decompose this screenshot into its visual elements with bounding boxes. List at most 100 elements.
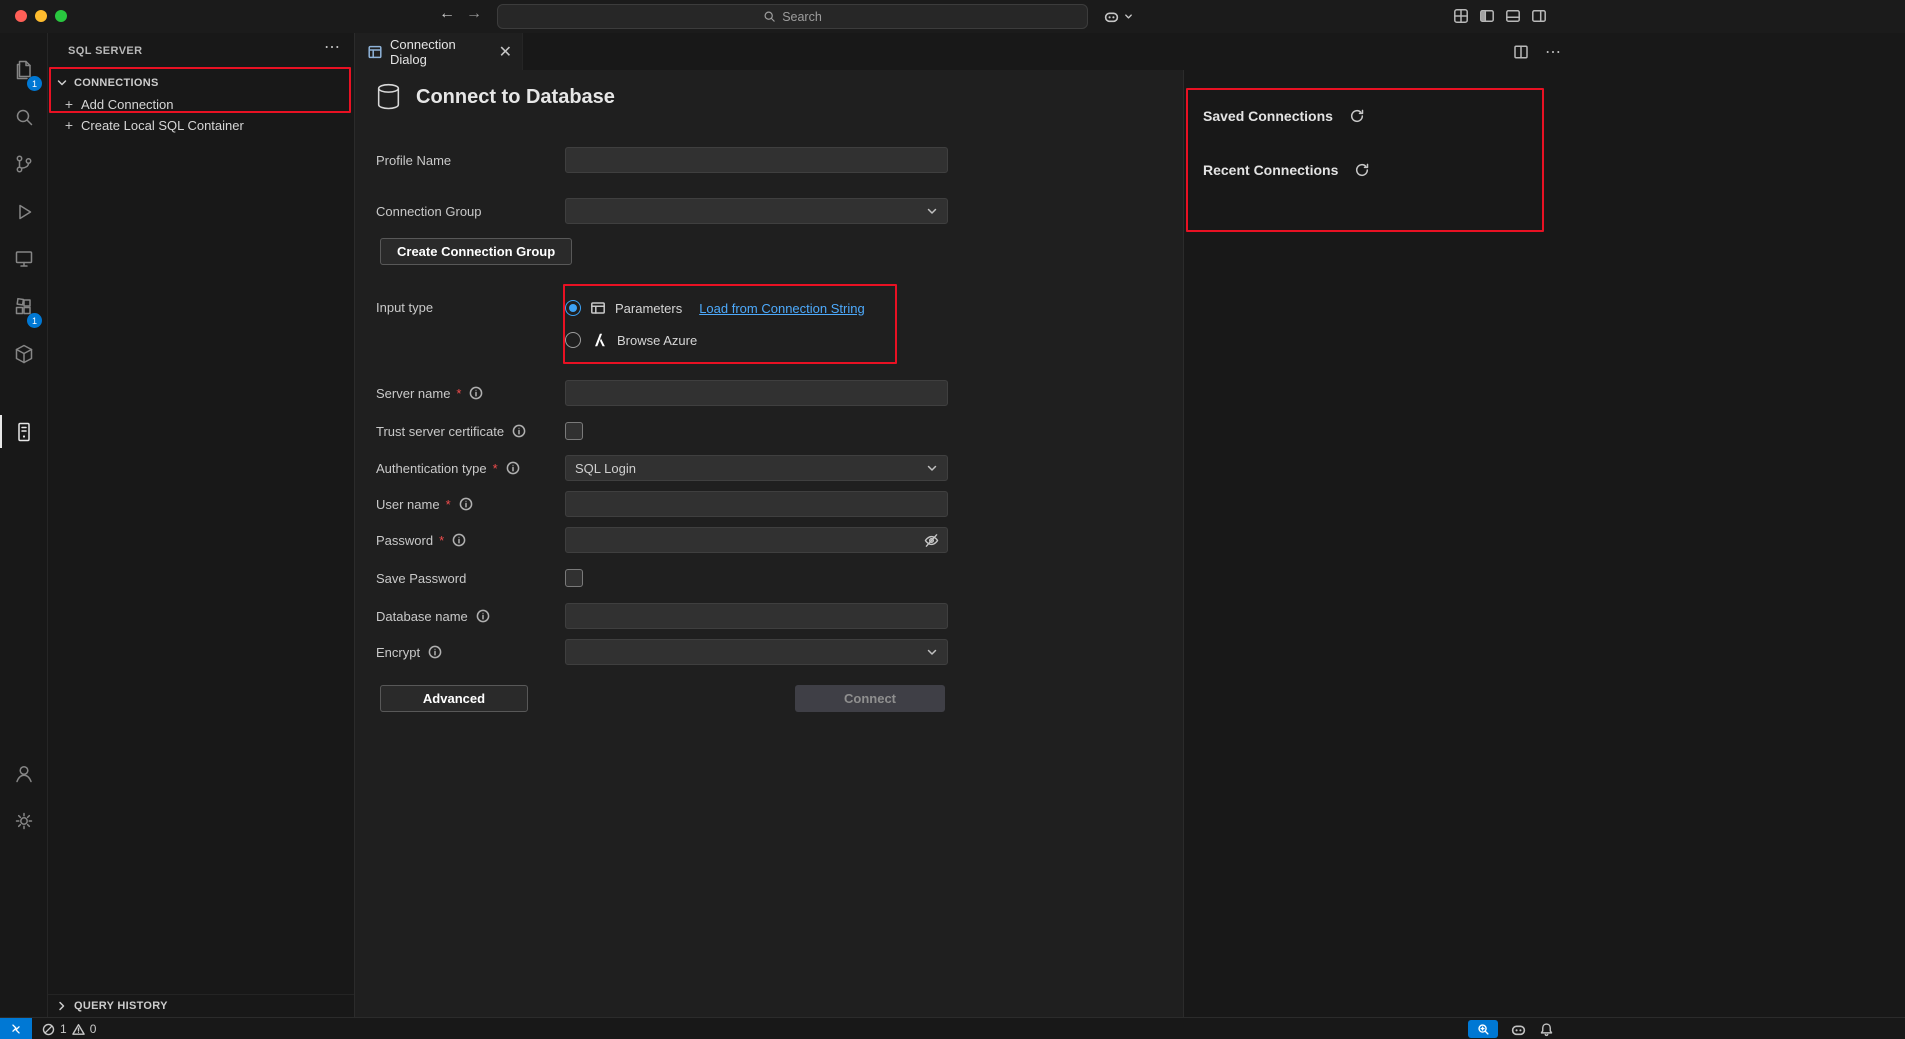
parameters-radio[interactable] xyxy=(565,300,581,316)
chevron-right-icon xyxy=(56,1000,68,1012)
plus-icon: + xyxy=(64,117,74,133)
sidebar-item-source-control[interactable] xyxy=(0,140,48,187)
error-count: 1 xyxy=(60,1022,67,1036)
database-name-label: Database name xyxy=(376,603,565,629)
info-icon xyxy=(476,609,490,623)
remote-icon xyxy=(9,1022,23,1036)
sidebar-item-sql-server[interactable] xyxy=(0,408,48,455)
authentication-type-select[interactable]: SQL Login xyxy=(565,455,948,481)
form-row-database-name: Database name xyxy=(376,603,948,629)
browse-azure-radio[interactable] xyxy=(565,332,581,348)
account-icon xyxy=(12,761,36,785)
chevron-down-icon xyxy=(1124,12,1133,21)
command-center-search[interactable]: Search xyxy=(497,4,1088,29)
connect-button[interactable]: Connect xyxy=(795,685,945,712)
form-row-profile-name: Profile Name xyxy=(376,147,948,173)
load-from-connection-string-link[interactable]: Load from Connection String xyxy=(699,301,864,316)
browse-azure-label: Browse Azure xyxy=(617,333,697,348)
password-input[interactable] xyxy=(565,527,948,553)
close-tab-icon[interactable]: ✕ xyxy=(499,42,512,62)
sidebar-item-explorer[interactable]: 1 xyxy=(0,46,48,93)
split-editor-icon[interactable] xyxy=(1513,44,1529,60)
toggle-panel-icon[interactable] xyxy=(1505,8,1521,24)
refresh-icon[interactable] xyxy=(1354,162,1370,178)
remote-indicator[interactable] xyxy=(0,1018,32,1039)
chevron-down-icon xyxy=(926,205,938,217)
status-bar: 1 0 xyxy=(0,1017,1905,1039)
connection-dialog-webview: Connect to Database Profile Name Connect… xyxy=(355,70,1183,1017)
copilot-icon[interactable] xyxy=(1510,1021,1527,1038)
encrypt-label: Encrypt xyxy=(376,639,565,665)
form-row-authentication-type: Authentication type* SQL Login xyxy=(376,455,948,481)
customize-layout-icon[interactable] xyxy=(1453,8,1469,24)
chevron-down-icon xyxy=(926,462,938,474)
input-type-label: Input type xyxy=(376,295,565,353)
zoom-window-button[interactable] xyxy=(55,10,67,22)
warning-count: 0 xyxy=(90,1022,97,1036)
form-row-input-type: Input type Parameters Load from Connecti… xyxy=(376,295,948,353)
database-name-input[interactable] xyxy=(565,603,948,629)
form-row-create-group: Create Connection Group xyxy=(376,238,572,266)
eye-off-icon[interactable] xyxy=(923,532,940,549)
source-control-icon xyxy=(12,152,36,176)
remote-explorer-icon xyxy=(12,247,36,271)
more-actions-icon[interactable]: ⋯ xyxy=(324,37,340,57)
forward-button[interactable]: → xyxy=(464,5,484,23)
server-name-input[interactable] xyxy=(565,380,948,406)
profile-name-input[interactable] xyxy=(565,147,948,173)
layout-controls xyxy=(1453,8,1547,24)
create-local-sql-container-item[interactable]: + Create Local SQL Container xyxy=(48,114,354,136)
sidebar-item-extensions[interactable]: 1 xyxy=(0,283,48,330)
connections-section-header[interactable]: CONNECTIONS xyxy=(48,72,354,94)
minimize-window-button[interactable] xyxy=(35,10,47,22)
info-icon xyxy=(469,386,483,400)
package-icon xyxy=(12,342,36,366)
search-icon xyxy=(12,105,36,129)
create-connection-group-button[interactable]: Create Connection Group xyxy=(380,238,572,265)
connection-group-label: Connection Group xyxy=(376,198,565,224)
copilot-menu-button[interactable] xyxy=(1103,8,1133,25)
back-button[interactable]: ← xyxy=(437,5,457,23)
zoom-indicator[interactable] xyxy=(1468,1020,1498,1038)
info-icon xyxy=(459,497,473,511)
save-password-label: Save Password xyxy=(376,565,565,591)
info-icon xyxy=(428,645,442,659)
run-debug-icon xyxy=(12,200,36,224)
password-label: Password* xyxy=(376,527,565,553)
form-row-encrypt: Encrypt xyxy=(376,639,948,665)
settings-gear-button[interactable] xyxy=(0,797,48,844)
advanced-button[interactable]: Advanced xyxy=(380,685,528,712)
toggle-secondary-sidebar-icon[interactable] xyxy=(1531,8,1547,24)
toggle-primary-sidebar-icon[interactable] xyxy=(1479,8,1495,24)
add-connection-item[interactable]: + Add Connection xyxy=(48,93,354,115)
user-name-input[interactable] xyxy=(565,491,948,517)
refresh-icon[interactable] xyxy=(1349,108,1365,124)
zoom-in-icon xyxy=(1477,1023,1490,1036)
plus-icon: + xyxy=(64,96,74,112)
account-button[interactable] xyxy=(0,749,48,796)
bell-icon[interactable] xyxy=(1539,1022,1554,1037)
sidebar-item-remote-explorer[interactable] xyxy=(0,235,48,282)
saved-connections-row: Saved Connections xyxy=(1203,108,1365,124)
sidebar-item-containers[interactable] xyxy=(0,330,48,377)
profile-name-label: Profile Name xyxy=(376,147,565,173)
more-actions-icon[interactable]: ⋯ xyxy=(1545,42,1561,62)
sidebar-item-search[interactable] xyxy=(0,93,48,140)
save-password-checkbox[interactable] xyxy=(565,569,583,587)
encrypt-select[interactable] xyxy=(565,639,948,665)
recent-connections-row: Recent Connections xyxy=(1203,162,1370,178)
trust-server-certificate-checkbox[interactable] xyxy=(565,422,583,440)
vscode-window: ← → Search 1 xyxy=(0,0,1905,1039)
activity-bar: 1 1 xyxy=(0,33,48,1017)
close-window-button[interactable] xyxy=(15,10,27,22)
form-row-user-name: User name* xyxy=(376,491,948,517)
sidebar-item-run-debug[interactable] xyxy=(0,188,48,235)
query-history-section-header[interactable]: QUERY HISTORY xyxy=(48,994,354,1016)
form-row-save-password: Save Password xyxy=(376,565,948,591)
azure-icon xyxy=(590,331,608,349)
connection-group-select[interactable] xyxy=(565,198,948,224)
parameters-radio-row: Parameters Load from Connection String xyxy=(565,295,865,321)
problems-indicator[interactable]: 1 0 xyxy=(42,1018,96,1039)
tab-connection-dialog[interactable]: Connection Dialog ✕ xyxy=(355,33,523,70)
saved-connections-label: Saved Connections xyxy=(1203,108,1333,124)
